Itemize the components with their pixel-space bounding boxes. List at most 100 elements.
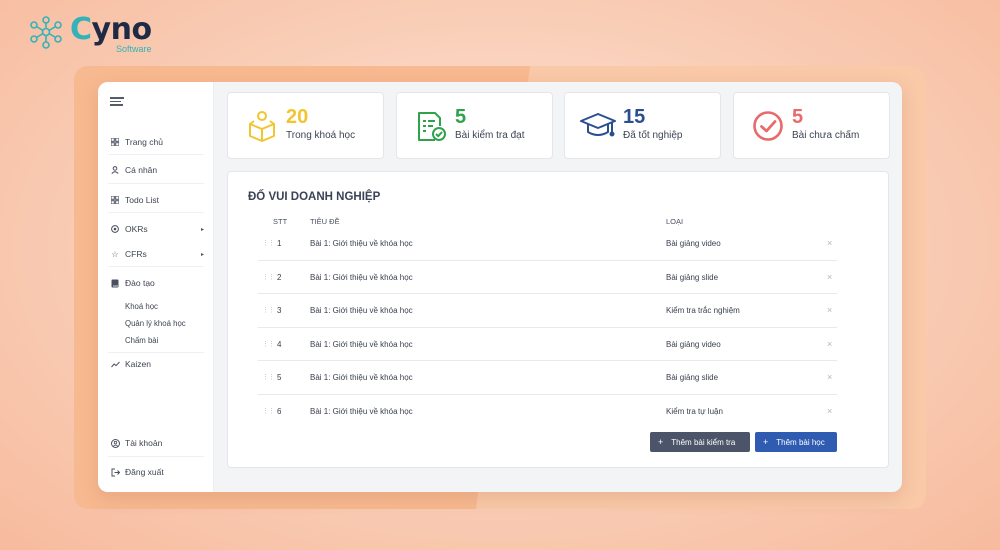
logo-wordmark: Cyno (70, 12, 152, 47)
box-person-icon (249, 111, 275, 142)
close-icon[interactable]: × (827, 305, 832, 315)
drag-handle-icon[interactable]: ⋮⋮ (262, 373, 275, 381)
sidebar-item-training[interactable]: Đào tạo (110, 272, 204, 294)
table-row[interactable]: ⋮⋮ 1 Bài 1: Giới thiệu về khóa học Bài g… (258, 227, 837, 261)
menu-toggle-icon[interactable] (110, 97, 124, 106)
stat-card-ungraded: 5 Bài chưa chấm (733, 92, 890, 159)
user-icon (110, 165, 120, 175)
sidebar-item-logout[interactable]: Đăng xuất (110, 461, 204, 483)
graduation-cap-icon (580, 113, 616, 137)
stat-card-passed-tests: 5 Bài kiểm tra đạt (396, 92, 553, 159)
sidebar-item-todo[interactable]: Todo List (110, 189, 204, 211)
sidebar-item-home[interactable]: Trang chủ (110, 131, 204, 153)
table-row[interactable]: ⋮⋮ 4 Bài 1: Giới thiệu về khóa học Bài g… (258, 328, 837, 361)
row-type: Bài giảng slide (666, 373, 719, 382)
column-header-stt: STT (273, 217, 288, 226)
document-check-icon (418, 112, 446, 141)
stat-value: 15 (623, 106, 646, 128)
logout-icon (110, 467, 120, 477)
row-type: Kiểm tra tự luận (666, 406, 723, 416)
row-stt: 3 (277, 306, 282, 315)
row-title: Bài 1: Giới thiệu về khóa học (310, 306, 413, 315)
grid-icon (110, 137, 120, 147)
chevron-right-icon: ▸ (200, 251, 204, 258)
row-title: Bài 1: Giới thiệu về khóa học (310, 406, 413, 416)
stat-label: Đã tốt nghiệp (623, 130, 683, 141)
plus-icon: + (763, 437, 769, 447)
sidebar-item-label: Đăng xuất (125, 467, 164, 477)
drag-handle-icon[interactable]: ⋮⋮ (262, 407, 275, 415)
close-icon[interactable]: × (827, 272, 832, 282)
sidebar-item-okrs[interactable]: OKRs ▸ (110, 218, 204, 240)
sidebar: Trang chủ Cá nhân Todo List OKRs ▸ ☆ CFR… (98, 82, 214, 492)
trend-icon (110, 359, 120, 369)
grid-icon (110, 195, 120, 205)
sidebar-item-account[interactable]: Tài khoản (110, 432, 204, 454)
account-icon (110, 438, 120, 448)
sidebar-item-label: CFRs (125, 249, 147, 259)
logo-subtitle: Software (116, 44, 152, 54)
row-title: Bài 1: Giới thiệu về khóa học (310, 272, 413, 282)
sidebar-item-cfrs[interactable]: ☆ CFRs ▸ (110, 243, 204, 265)
logo-molecule-icon (30, 16, 62, 49)
plus-icon: + (658, 437, 664, 447)
row-title: Bài 1: Giới thiệu về khóa học (310, 339, 413, 349)
sidebar-subitem-grading[interactable]: Chấm bài (125, 336, 158, 345)
row-stt: 2 (277, 272, 282, 282)
app-window: Trang chủ Cá nhân Todo List OKRs ▸ ☆ CFR… (98, 82, 902, 492)
stat-value: 20 (286, 106, 309, 128)
column-header-type: LOẠI (666, 217, 684, 226)
stat-label: Bài chưa chấm (792, 130, 860, 141)
sidebar-item-label: Tài khoản (125, 438, 163, 448)
stat-value: 5 (792, 106, 804, 128)
add-test-button[interactable]: + Thêm bài kiểm tra (650, 432, 750, 452)
row-type: Bài giảng slide (666, 272, 719, 282)
table-row[interactable]: ⋮⋮ 5 Bài 1: Giới thiệu về khóa học Bài g… (258, 361, 837, 395)
book-icon (110, 278, 120, 288)
sidebar-item-label: Trang chủ (125, 137, 163, 147)
stat-value: 5 (455, 106, 467, 128)
table-row[interactable]: ⋮⋮ 3 Bài 1: Giới thiệu về khóa học Kiểm … (258, 294, 837, 328)
sidebar-item-label: Todo List (125, 195, 160, 205)
close-icon[interactable]: × (827, 238, 832, 248)
target-icon (110, 224, 120, 234)
stat-card-graduated: 15 Đã tốt nghiệp (564, 92, 721, 159)
row-type: Kiểm tra trắc nghiệm (666, 306, 740, 315)
close-icon[interactable]: × (827, 339, 832, 349)
panel-title: ĐỐ VUI DOANH NGHIỆP (248, 191, 381, 203)
lesson-panel: ĐỐ VUI DOANH NGHIỆP STT TIÊU ĐỀ LOẠI ⋮⋮ … (227, 171, 889, 468)
stat-card-courses: 20 Trong khoá học (227, 92, 384, 159)
row-title: Bài 1: Giới thiệu về khóa học (310, 239, 413, 248)
stat-label: Bài kiểm tra đạt (455, 130, 525, 141)
close-icon[interactable]: × (827, 372, 832, 382)
chevron-right-icon: ▸ (200, 226, 204, 233)
stat-label: Trong khoá học (286, 130, 356, 141)
sidebar-item-label: OKRs (125, 224, 148, 234)
row-type: Bài giảng video (666, 339, 721, 349)
row-stt: 1 (277, 239, 282, 248)
sidebar-item-label: Cá nhân (125, 165, 158, 175)
drag-handle-icon[interactable]: ⋮⋮ (262, 273, 275, 281)
star-icon: ☆ (111, 249, 119, 259)
close-icon[interactable]: × (827, 406, 832, 416)
sidebar-subitem-courses[interactable]: Khoá học (125, 302, 158, 311)
drag-handle-icon[interactable]: ⋮⋮ (262, 340, 275, 348)
sidebar-subitem-course-management[interactable]: Quản lý khoá học (125, 319, 186, 328)
table-row[interactable]: ⋮⋮ 2 Bài 1: Giới thiệu về khóa học Bài g… (258, 261, 837, 294)
row-stt: 5 (277, 373, 282, 382)
row-stt: 6 (277, 406, 282, 416)
sidebar-item-profile[interactable]: Cá nhân (110, 159, 204, 181)
drag-handle-icon[interactable]: ⋮⋮ (262, 239, 275, 247)
row-stt: 4 (277, 339, 282, 349)
sidebar-item-label: Kaizen (125, 359, 151, 369)
add-test-label: Thêm bài kiểm tra (671, 437, 736, 447)
add-lesson-button[interactable]: + Thêm bài học (755, 432, 837, 452)
row-title: Bài 1: Giới thiệu về khóa học (310, 373, 413, 382)
sidebar-item-kaizen[interactable]: Kaizen (110, 353, 204, 375)
column-header-title: TIÊU ĐỀ (310, 217, 340, 226)
sidebar-item-label: Đào tạo (125, 278, 155, 288)
add-lesson-label: Thêm bài học (776, 437, 825, 447)
check-circle-icon (753, 111, 783, 141)
drag-handle-icon[interactable]: ⋮⋮ (262, 306, 275, 314)
table-row[interactable]: ⋮⋮ 6 Bài 1: Giới thiệu về khóa học Kiểm … (258, 395, 837, 429)
